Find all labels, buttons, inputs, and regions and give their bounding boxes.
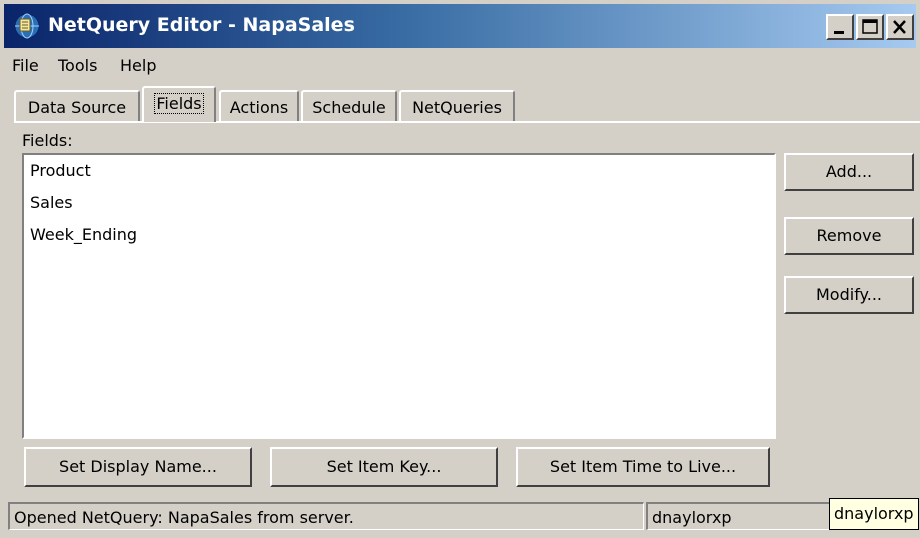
fields-list[interactable]: Product Sales Week_Ending [22,153,776,439]
user-tooltip: dnaylorxp [829,498,919,530]
remove-button[interactable]: Remove [784,217,914,255]
menu-bar: File Tools Help [4,50,916,82]
maximize-icon [862,19,878,34]
close-button[interactable] [886,14,914,40]
status-message: Opened NetQuery: NapaSales from server. [8,502,644,530]
maximize-button[interactable] [856,14,884,40]
tab-label: NetQueries [412,98,502,117]
window-title: NetQuery Editor - NapaSales [48,14,355,36]
tab-label: Schedule [312,98,386,117]
tab-label: Actions [229,98,289,117]
tab-netqueries[interactable]: NetQueries [399,90,515,121]
tab-fields[interactable]: Fields [142,86,216,122]
list-item[interactable]: Week_Ending [30,225,137,244]
set-item-time-to-live-button[interactable]: Set Item Time to Live... [516,447,770,487]
tab-schedule[interactable]: Schedule [301,90,397,121]
set-display-name-button[interactable]: Set Display Name... [24,447,252,487]
modify-button[interactable]: Modify... [784,276,914,314]
menu-file[interactable]: File [12,56,39,75]
title-bar[interactable]: NetQuery Editor - NapaSales [4,4,916,48]
fields-label: Fields: [22,131,73,150]
status-bar: Opened NetQuery: NapaSales from server. … [4,496,916,534]
netquery-editor-window: NetQuery Editor - NapaSales File Tools H… [0,0,920,538]
add-button[interactable]: Add... [784,153,914,191]
status-user: dnaylorxp [646,502,830,530]
list-item[interactable]: Product [30,161,91,180]
menu-tools[interactable]: Tools [58,56,97,75]
list-item[interactable]: Sales [30,193,73,212]
minimize-button[interactable] [826,14,854,40]
tab-data-source[interactable]: Data Source [14,90,140,121]
tab-actions[interactable]: Actions [219,90,299,121]
netquery-app-icon [14,13,40,39]
minimize-icon [834,31,844,34]
tab-label: Data Source [27,98,127,117]
close-icon [893,20,906,34]
menu-help[interactable]: Help [120,56,156,75]
tab-label: Fields [154,93,204,114]
set-item-key-button[interactable]: Set Item Key... [270,447,498,487]
